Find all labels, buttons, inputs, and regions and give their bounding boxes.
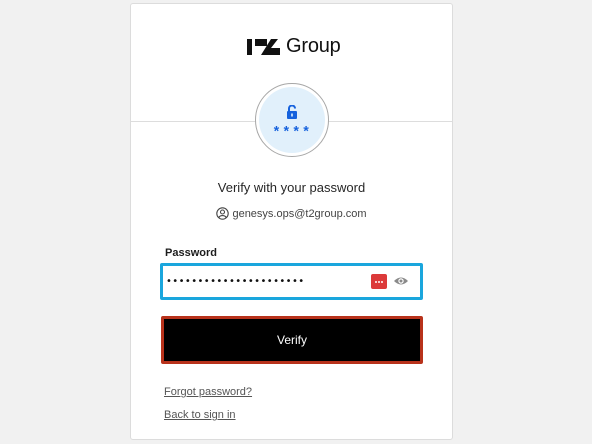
eye-icon[interactable] bbox=[393, 275, 409, 287]
page-background: Group **** Verify with your password gen… bbox=[0, 0, 592, 444]
brand-logo: Group bbox=[247, 34, 341, 58]
password-input[interactable] bbox=[166, 269, 363, 294]
user-identifier: genesys.ops@t2group.com bbox=[131, 207, 452, 220]
page-title: Verify with your password bbox=[217, 180, 366, 195]
password-stars: **** bbox=[272, 125, 312, 141]
password-label: Password bbox=[165, 247, 217, 259]
password-manager-icon[interactable] bbox=[371, 274, 387, 289]
brand-logo-text: Group bbox=[286, 34, 341, 57]
forgot-password-link[interactable]: Forgot password? bbox=[164, 386, 252, 398]
user-email: genesys.ops@t2group.com bbox=[232, 207, 367, 220]
verify-button-label: Verify bbox=[276, 333, 307, 347]
unlock-icon bbox=[287, 105, 297, 119]
user-circle-icon bbox=[216, 207, 230, 220]
verify-button[interactable]: Verify bbox=[161, 316, 423, 364]
sign-in-card: Group **** Verify with your password gen… bbox=[130, 3, 453, 440]
authenticator-badge: **** bbox=[255, 83, 329, 157]
password-field[interactable] bbox=[160, 263, 423, 300]
back-to-sign-in-link[interactable]: Back to sign in bbox=[164, 409, 236, 421]
t2-logo-icon bbox=[247, 39, 280, 55]
authenticator-badge-inner: **** bbox=[259, 87, 325, 153]
